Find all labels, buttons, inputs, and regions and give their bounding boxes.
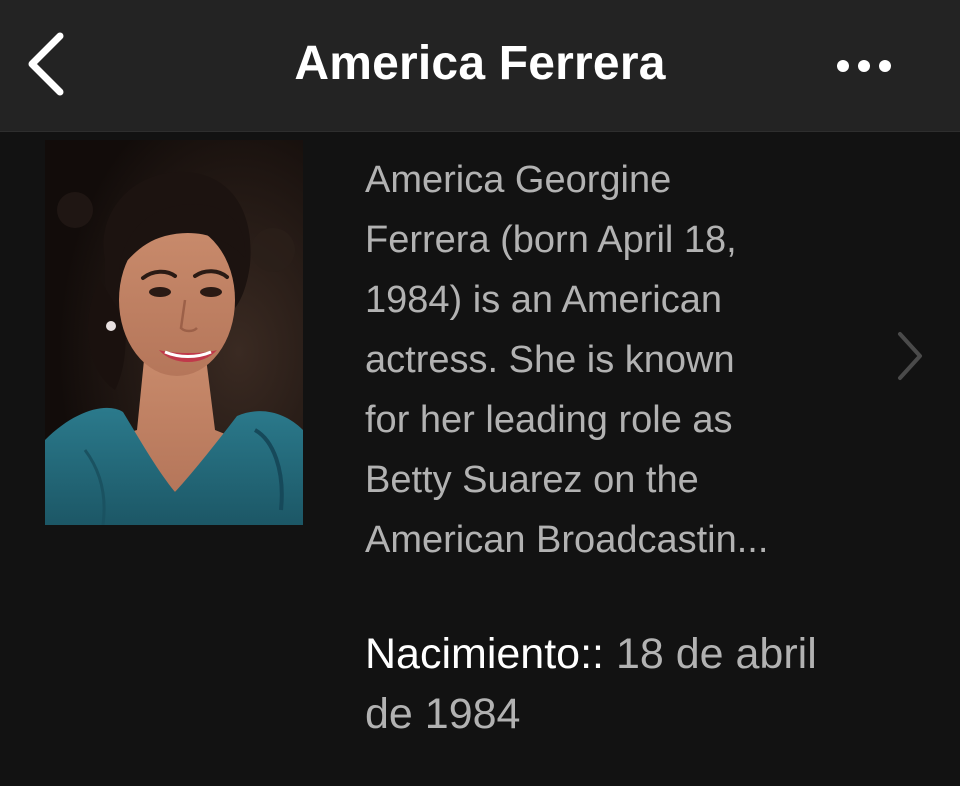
more-horizontal-icon (837, 60, 891, 72)
bio-line: Ferrera (born April 18, (365, 219, 737, 261)
more-options-button[interactable] (826, 46, 902, 86)
person-detail-screen: America Ferrera America Georgine Ferrera… (0, 0, 960, 786)
birth-value: de 1984 (365, 690, 521, 738)
birth-value: 18 de abril (615, 630, 817, 678)
navigation-bar: America Ferrera (0, 0, 960, 132)
person-biography: America Georgine Ferrera (born April 18,… (365, 150, 865, 570)
chevron-right-icon (898, 332, 922, 380)
birth-label: Nacimiento:: (365, 630, 604, 678)
bio-line: Betty Suarez on the (365, 459, 699, 501)
back-button[interactable] (18, 28, 78, 100)
person-photo (45, 140, 303, 525)
bio-line: American Broadcastin... (365, 519, 769, 561)
expand-biography-button[interactable] (888, 328, 928, 384)
birth-date-row: Nacimiento:: 18 de abril de 1984 (365, 624, 935, 744)
bio-line: actress. She is known (365, 339, 735, 381)
bio-line: 1984) is an American (365, 279, 722, 321)
chevron-left-icon (28, 32, 64, 96)
bio-line: for her leading role as (365, 399, 733, 441)
bio-line: America Georgine (365, 159, 672, 201)
page-title: America Ferrera (294, 37, 666, 90)
